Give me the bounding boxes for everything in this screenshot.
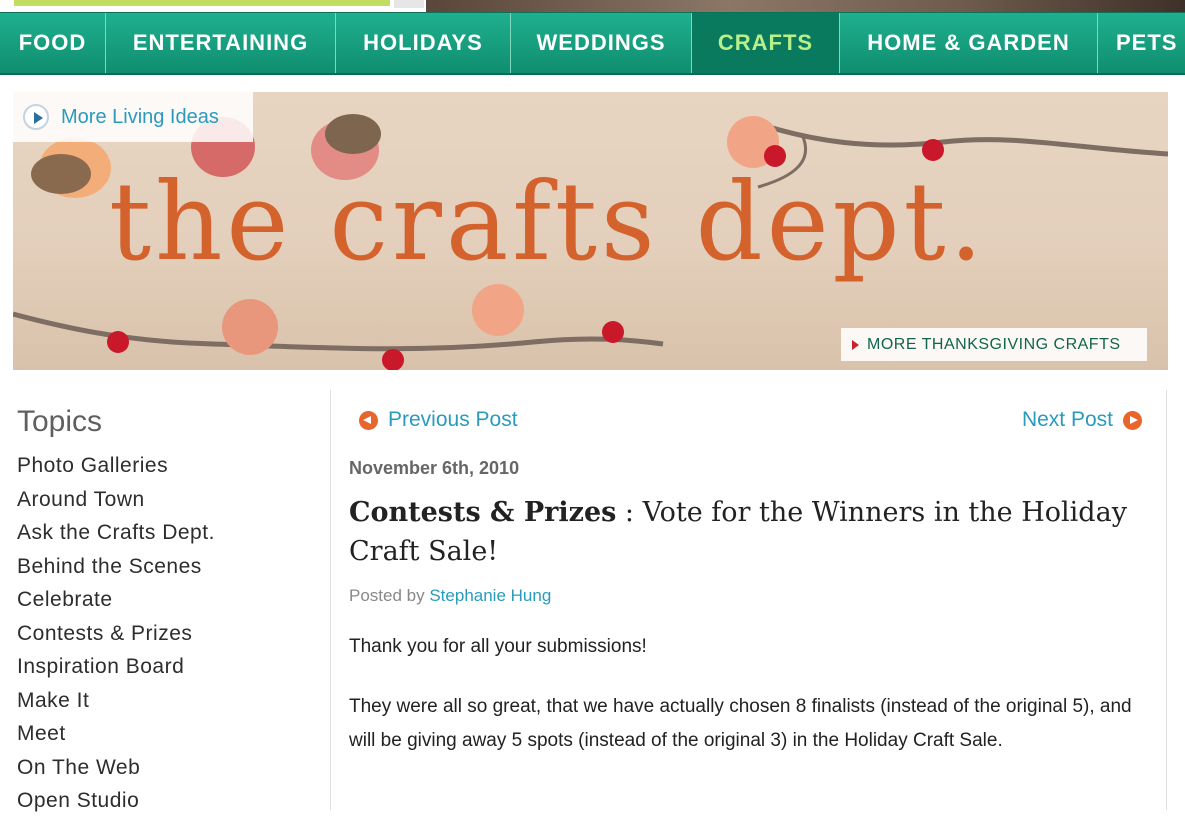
- pompom-3: [472, 284, 524, 336]
- top-accent-bar: [14, 0, 390, 6]
- post-paragraph-1: Thank you for all your submissions!: [349, 636, 647, 657]
- acorn-1-cap: [31, 154, 91, 194]
- acorn-3-cap: [325, 114, 381, 154]
- red-arrow-icon: [852, 339, 859, 350]
- arrow-right-icon: [1123, 410, 1142, 430]
- posted-by: Posted by Stephanie Hung: [349, 586, 551, 606]
- berry-3: [107, 331, 129, 353]
- topics-heading: Topics: [17, 405, 103, 438]
- previous-post-label: Previous Post: [388, 408, 518, 431]
- topic-ask-crafts-dept[interactable]: Ask the Crafts Dept.: [17, 516, 317, 550]
- play-arrow-icon: [23, 104, 49, 130]
- arrow-left-icon: [359, 410, 378, 430]
- more-thanksgiving-crafts-link[interactable]: MORE THANKSGIVING CRAFTS: [841, 328, 1147, 361]
- berry-2: [922, 139, 944, 161]
- more-living-ideas-label: More Living Ideas: [61, 105, 219, 128]
- top-photo-strip: [426, 0, 1185, 12]
- crafts-banner: the crafts dept. More Living Ideas MORE …: [13, 92, 1168, 370]
- post-category-link[interactable]: Contests & Prizes: [349, 497, 616, 528]
- topic-celebrate[interactable]: Celebrate: [17, 583, 317, 617]
- topic-meet[interactable]: Meet: [17, 717, 317, 751]
- topic-photo-galleries[interactable]: Photo Galleries: [17, 449, 317, 483]
- nav-entertaining[interactable]: ENTERTAINING: [106, 13, 336, 73]
- twig-top: [752, 119, 1168, 157]
- topic-behind-the-scenes[interactable]: Behind the Scenes: [17, 550, 317, 584]
- nav-holidays[interactable]: HOLIDAYS: [336, 13, 511, 73]
- topic-on-the-web[interactable]: On The Web: [17, 751, 317, 785]
- previous-post-link[interactable]: Previous Post: [359, 408, 518, 432]
- nav-weddings[interactable]: WEDDINGS: [511, 13, 692, 73]
- next-post-link[interactable]: Next Post: [1022, 408, 1142, 432]
- nav-pets[interactable]: PETS: [1098, 13, 1185, 73]
- topic-inspiration-board[interactable]: Inspiration Board: [17, 650, 317, 684]
- posted-by-label: Posted by: [349, 586, 425, 605]
- nav-home-garden[interactable]: HOME & GARDEN: [840, 13, 1098, 73]
- post-title: Contests & Prizes : Vote for the Winners…: [349, 493, 1149, 571]
- berry-4: [382, 349, 404, 370]
- topic-open-studio[interactable]: Open Studio: [17, 784, 317, 818]
- top-gray-tab: [394, 0, 424, 8]
- top-strip: [0, 0, 1185, 12]
- post-paragraph-2: They were all so great, that we have act…: [349, 696, 1132, 751]
- pompom-2: [222, 299, 278, 355]
- author-link[interactable]: Stephanie Hung: [429, 586, 551, 605]
- topic-around-town[interactable]: Around Town: [17, 483, 317, 517]
- topics-sidebar: Topics Photo Galleries Around Town Ask t…: [17, 405, 317, 818]
- banner-title: the crafts dept.: [109, 160, 987, 285]
- berry-5: [602, 321, 624, 343]
- post-date: November 6th, 2010: [349, 458, 520, 478]
- topic-contests-prizes[interactable]: Contests & Prizes: [17, 617, 317, 651]
- nav-food[interactable]: FOOD: [0, 13, 106, 73]
- nav-crafts[interactable]: CRAFTS: [692, 13, 840, 73]
- more-thanksgiving-label: MORE THANKSGIVING CRAFTS: [867, 335, 1121, 353]
- more-living-ideas-link[interactable]: More Living Ideas: [13, 92, 253, 142]
- main-nav: FOOD ENTERTAINING HOLIDAYS WEDDINGS CRAF…: [0, 12, 1185, 75]
- topic-make-it[interactable]: Make It: [17, 684, 317, 718]
- post-content: Previous Post Next Post November 6th, 20…: [330, 390, 1167, 810]
- next-post-label: Next Post: [1021, 408, 1113, 431]
